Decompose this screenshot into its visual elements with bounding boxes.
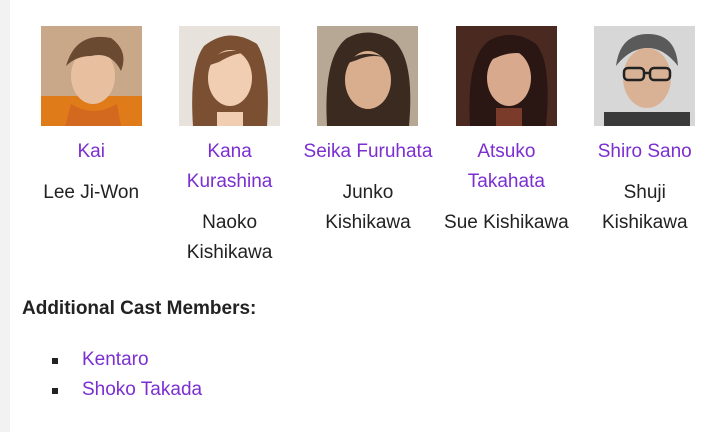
role-name: Lee Ji-Won [43,182,140,203]
actor-photo-image [317,26,419,126]
additional-cast-link[interactable]: Kentaro [82,345,149,375]
cast-card: Atsuko Takahata Sue Kishikawa [437,26,575,268]
additional-cast-link[interactable]: Shoko Takada [82,375,202,405]
bullet-icon [52,358,58,364]
actor-photo[interactable] [455,26,557,126]
additional-cast-list: Kentaro Shoko Takada [52,345,202,405]
cast-card: Seika Furuhata Junko Kishikawa [299,26,437,268]
role-name: Sue Kishikawa [444,212,569,233]
cast-card: Kana Kurashina Naoko Kishikawa [160,26,298,268]
bullet-icon [52,388,58,394]
actor-photo-image [179,26,281,126]
actor-photo[interactable] [40,26,142,126]
actor-photo[interactable] [179,26,281,126]
role-name: Naoko Kishikawa [186,212,273,263]
actor-name-link[interactable]: Kana Kurashina [165,137,295,197]
actor-photo-image [594,26,696,126]
cast-grid: Kai Lee Ji-Won Kana Kurashina Naoko Kish… [22,26,714,268]
actor-photo[interactable] [317,26,419,126]
actor-photo-image [455,26,557,126]
role-name: Shuji Kishikawa [601,182,688,233]
page-left-gutter [0,0,10,432]
cast-card: Shiro Sano Shuji Kishikawa [576,26,714,268]
actor-photo-image [40,26,142,126]
actor-name-link[interactable]: Seika Furuhata [303,137,433,167]
cast-card: Kai Lee Ji-Won [22,26,160,268]
actor-name-link[interactable]: Atsuko Takahata [441,137,571,197]
list-item: Shoko Takada [52,375,202,405]
actor-name-link[interactable]: Kai [26,137,156,167]
list-item: Kentaro [52,345,202,375]
additional-cast-heading: Additional Cast Members: [22,298,257,319]
actor-photo[interactable] [594,26,696,126]
role-name: Junko Kishikawa [325,182,411,233]
actor-name-link[interactable]: Shiro Sano [580,137,710,167]
